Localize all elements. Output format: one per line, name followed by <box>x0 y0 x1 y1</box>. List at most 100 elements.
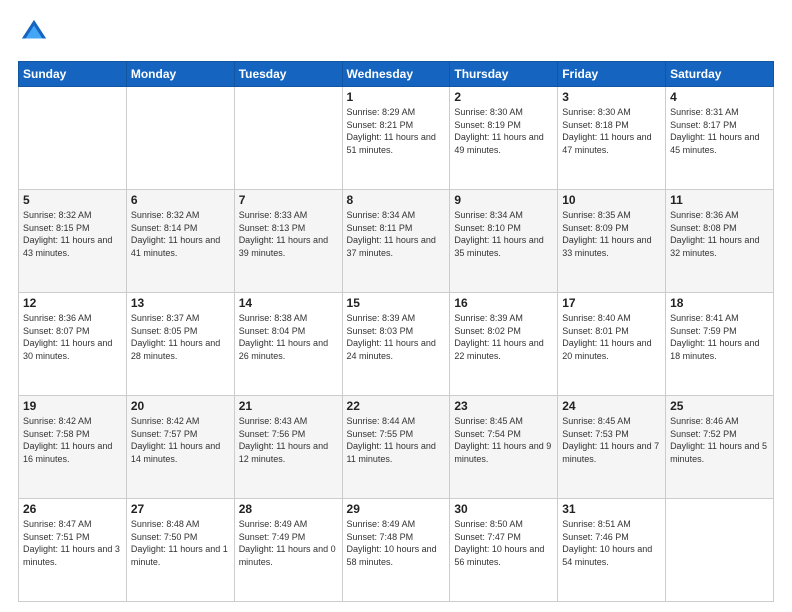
day-info: Sunrise: 8:40 AM Sunset: 8:01 PM Dayligh… <box>562 312 661 362</box>
day-info: Sunrise: 8:50 AM Sunset: 7:47 PM Dayligh… <box>454 518 553 568</box>
calendar-empty-cell <box>19 87 127 190</box>
calendar-day-8: 8 Sunrise: 8:34 AM Sunset: 8:11 PM Daylig… <box>342 190 450 293</box>
calendar-day-30: 30 Sunrise: 8:50 AM Sunset: 7:47 PM Dayli… <box>450 499 558 602</box>
logo-icon <box>20 18 48 46</box>
day-info: Sunrise: 8:44 AM Sunset: 7:55 PM Dayligh… <box>347 415 446 465</box>
day-number: 13 <box>131 296 230 310</box>
calendar-day-31: 31 Sunrise: 8:51 AM Sunset: 7:46 PM Dayli… <box>558 499 666 602</box>
calendar-day-27: 27 Sunrise: 8:48 AM Sunset: 7:50 PM Dayli… <box>126 499 234 602</box>
day-info: Sunrise: 8:46 AM Sunset: 7:52 PM Dayligh… <box>670 415 769 465</box>
weekday-header-friday: Friday <box>558 62 666 87</box>
page-header <box>18 18 774 51</box>
weekday-header-wednesday: Wednesday <box>342 62 450 87</box>
calendar-empty-cell <box>666 499 774 602</box>
day-number: 28 <box>239 502 338 516</box>
day-number: 4 <box>670 90 769 104</box>
day-number: 27 <box>131 502 230 516</box>
weekday-header-sunday: Sunday <box>19 62 127 87</box>
weekday-header-tuesday: Tuesday <box>234 62 342 87</box>
day-number: 9 <box>454 193 553 207</box>
calendar-day-18: 18 Sunrise: 8:41 AM Sunset: 7:59 PM Dayli… <box>666 293 774 396</box>
calendar-day-7: 7Sunrise: 8:33 AM Sunset: 8:13 PM Daylig… <box>234 190 342 293</box>
day-number: 31 <box>562 502 661 516</box>
weekday-header-monday: Monday <box>126 62 234 87</box>
calendar-week-5: 26 Sunrise: 8:47 AM Sunset: 7:51 PM Dayli… <box>19 499 774 602</box>
day-info: Sunrise: 8:38 AM Sunset: 8:04 PM Dayligh… <box>239 312 338 362</box>
day-info: Sunrise: 8:32 AM Sunset: 8:14 PM Dayligh… <box>131 209 230 259</box>
weekday-header-thursday: Thursday <box>450 62 558 87</box>
day-number: 29 <box>347 502 446 516</box>
day-info: Sunrise: 8:42 AM Sunset: 7:57 PM Dayligh… <box>131 415 230 465</box>
day-number: 18 <box>670 296 769 310</box>
calendar-day-14: 14 Sunrise: 8:38 AM Sunset: 8:04 PM Dayli… <box>234 293 342 396</box>
day-number: 2 <box>454 90 553 104</box>
day-number: 30 <box>454 502 553 516</box>
day-info: Sunrise: 8:39 AM Sunset: 8:02 PM Dayligh… <box>454 312 553 362</box>
calendar-day-2: 2Sunrise: 8:30 AM Sunset: 8:19 PM Daylig… <box>450 87 558 190</box>
day-info: Sunrise: 8:48 AM Sunset: 7:50 PM Dayligh… <box>131 518 230 568</box>
day-info: Sunrise: 8:30 AM Sunset: 8:18 PM Dayligh… <box>562 106 661 156</box>
day-info: Sunrise: 8:31 AM Sunset: 8:17 PM Dayligh… <box>670 106 769 156</box>
day-number: 3 <box>562 90 661 104</box>
weekday-header-row: SundayMondayTuesdayWednesdayThursdayFrid… <box>19 62 774 87</box>
logo <box>18 18 48 51</box>
calendar-day-20: 20 Sunrise: 8:42 AM Sunset: 7:57 PM Dayli… <box>126 396 234 499</box>
calendar-day-3: 3 Sunrise: 8:30 AM Sunset: 8:18 PM Daylig… <box>558 87 666 190</box>
day-number: 21 <box>239 399 338 413</box>
day-number: 5 <box>23 193 122 207</box>
day-info: Sunrise: 8:35 AM Sunset: 8:09 PM Dayligh… <box>562 209 661 259</box>
calendar-week-1: 1Sunrise: 8:29 AM Sunset: 8:21 PM Daylig… <box>19 87 774 190</box>
day-info: Sunrise: 8:49 AM Sunset: 7:48 PM Dayligh… <box>347 518 446 568</box>
day-number: 23 <box>454 399 553 413</box>
day-number: 24 <box>562 399 661 413</box>
calendar-day-13: 13 Sunrise: 8:37 AM Sunset: 8:05 PM Dayli… <box>126 293 234 396</box>
day-info: Sunrise: 8:29 AM Sunset: 8:21 PM Dayligh… <box>347 106 446 156</box>
day-number: 14 <box>239 296 338 310</box>
calendar-week-2: 5 Sunrise: 8:32 AM Sunset: 8:15 PM Daylig… <box>19 190 774 293</box>
day-number: 20 <box>131 399 230 413</box>
calendar-day-23: 23 Sunrise: 8:45 AM Sunset: 7:54 PM Dayli… <box>450 396 558 499</box>
day-number: 7 <box>239 193 338 207</box>
day-number: 10 <box>562 193 661 207</box>
calendar-day-12: 12Sunrise: 8:36 AM Sunset: 8:07 PM Dayli… <box>19 293 127 396</box>
day-number: 15 <box>347 296 446 310</box>
day-info: Sunrise: 8:45 AM Sunset: 7:54 PM Dayligh… <box>454 415 553 465</box>
day-info: Sunrise: 8:51 AM Sunset: 7:46 PM Dayligh… <box>562 518 661 568</box>
calendar-table: SundayMondayTuesdayWednesdayThursdayFrid… <box>18 61 774 602</box>
calendar-day-22: 22 Sunrise: 8:44 AM Sunset: 7:55 PM Dayli… <box>342 396 450 499</box>
calendar-day-26: 26 Sunrise: 8:47 AM Sunset: 7:51 PM Dayli… <box>19 499 127 602</box>
day-number: 26 <box>23 502 122 516</box>
calendar-day-11: 11Sunrise: 8:36 AM Sunset: 8:08 PM Dayli… <box>666 190 774 293</box>
calendar-day-19: 19 Sunrise: 8:42 AM Sunset: 7:58 PM Dayli… <box>19 396 127 499</box>
calendar-empty-cell <box>234 87 342 190</box>
day-number: 11 <box>670 193 769 207</box>
day-info: Sunrise: 8:43 AM Sunset: 7:56 PM Dayligh… <box>239 415 338 465</box>
day-number: 22 <box>347 399 446 413</box>
day-info: Sunrise: 8:37 AM Sunset: 8:05 PM Dayligh… <box>131 312 230 362</box>
day-info: Sunrise: 8:34 AM Sunset: 8:11 PM Dayligh… <box>347 209 446 259</box>
calendar-day-6: 6Sunrise: 8:32 AM Sunset: 8:14 PM Daylig… <box>126 190 234 293</box>
day-number: 16 <box>454 296 553 310</box>
calendar-day-16: 16 Sunrise: 8:39 AM Sunset: 8:02 PM Dayli… <box>450 293 558 396</box>
calendar-day-9: 9 Sunrise: 8:34 AM Sunset: 8:10 PM Daylig… <box>450 190 558 293</box>
day-number: 19 <box>23 399 122 413</box>
day-info: Sunrise: 8:42 AM Sunset: 7:58 PM Dayligh… <box>23 415 122 465</box>
day-number: 25 <box>670 399 769 413</box>
weekday-header-saturday: Saturday <box>666 62 774 87</box>
calendar-day-17: 17Sunrise: 8:40 AM Sunset: 8:01 PM Dayli… <box>558 293 666 396</box>
day-info: Sunrise: 8:32 AM Sunset: 8:15 PM Dayligh… <box>23 209 122 259</box>
day-info: Sunrise: 8:39 AM Sunset: 8:03 PM Dayligh… <box>347 312 446 362</box>
calendar-empty-cell <box>126 87 234 190</box>
day-info: Sunrise: 8:41 AM Sunset: 7:59 PM Dayligh… <box>670 312 769 362</box>
calendar-day-5: 5 Sunrise: 8:32 AM Sunset: 8:15 PM Daylig… <box>19 190 127 293</box>
calendar-day-21: 21 Sunrise: 8:43 AM Sunset: 7:56 PM Dayli… <box>234 396 342 499</box>
day-number: 8 <box>347 193 446 207</box>
calendar-day-10: 10 Sunrise: 8:35 AM Sunset: 8:09 PM Dayli… <box>558 190 666 293</box>
day-info: Sunrise: 8:34 AM Sunset: 8:10 PM Dayligh… <box>454 209 553 259</box>
day-info: Sunrise: 8:47 AM Sunset: 7:51 PM Dayligh… <box>23 518 122 568</box>
calendar-week-4: 19 Sunrise: 8:42 AM Sunset: 7:58 PM Dayli… <box>19 396 774 499</box>
calendar-day-25: 25 Sunrise: 8:46 AM Sunset: 7:52 PM Dayli… <box>666 396 774 499</box>
day-info: Sunrise: 8:36 AM Sunset: 8:07 PM Dayligh… <box>23 312 122 362</box>
calendar-week-3: 12Sunrise: 8:36 AM Sunset: 8:07 PM Dayli… <box>19 293 774 396</box>
calendar-day-4: 4 Sunrise: 8:31 AM Sunset: 8:17 PM Daylig… <box>666 87 774 190</box>
